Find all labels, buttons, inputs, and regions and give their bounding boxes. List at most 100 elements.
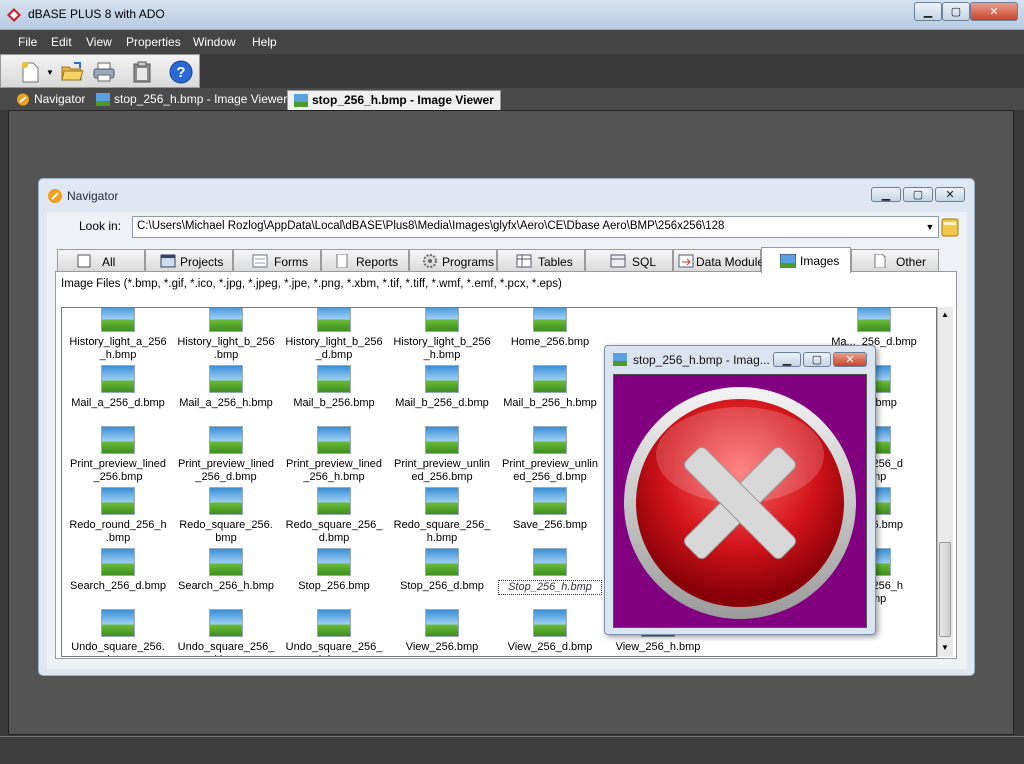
projects-icon	[160, 254, 176, 268]
other-icon	[874, 254, 886, 268]
image-thumbnail-icon	[101, 365, 135, 393]
tab-projects[interactable]: Projects	[145, 249, 233, 271]
scroll-up-icon[interactable]: ▲	[941, 310, 949, 319]
navigator-maximize-button[interactable]: ▢	[903, 187, 933, 202]
image-thumbnail-icon	[317, 426, 351, 454]
new-file-icon[interactable]	[17, 59, 43, 85]
open-folder-icon[interactable]	[59, 59, 85, 85]
file-name: Mail_a_256_h.bmp	[179, 397, 273, 409]
menu-view[interactable]: View	[86, 35, 112, 49]
tab-navigator[interactable]: Navigator	[10, 90, 91, 110]
window-title: dBASE PLUS 8 with ADO	[28, 7, 165, 21]
file-name: Mail_a_256_d.bmp	[71, 397, 165, 409]
image-viewer-window[interactable]: stop_256_h.bmp - Imag... ▁ ▢ ✕	[604, 345, 876, 635]
navigator-close-button[interactable]: ✕	[935, 187, 965, 202]
file-name: View_256.bmp	[405, 641, 479, 653]
file-name: Undo_square_256. bmp	[71, 641, 165, 656]
image-thumbnail-icon	[317, 365, 351, 393]
image-thumbnail-icon	[425, 548, 459, 576]
look-in-label: Look in:	[79, 219, 122, 233]
dbase-logo-icon	[7, 8, 21, 22]
look-in-combobox[interactable]: C:\Users\Michael Rozlog\AppData\Local\dB…	[132, 216, 939, 238]
file-name: Save_256.bmp	[513, 519, 587, 531]
scroll-down-icon[interactable]: ▼	[941, 643, 949, 652]
viewer-minimize-button[interactable]: ▁	[773, 352, 801, 367]
image-thumbnail-icon	[101, 487, 135, 515]
close-button[interactable]: ✕	[970, 2, 1018, 21]
menu-bar: File Edit View Properties Window Help	[0, 30, 1024, 54]
chevron-down-icon[interactable]: ▼	[923, 218, 937, 236]
navigator-icon	[17, 93, 29, 106]
programs-icon	[423, 254, 437, 268]
menu-edit[interactable]: Edit	[51, 35, 72, 49]
image-thumbnail-icon	[533, 609, 567, 637]
file-name: Redo_square_256_ d.bmp	[285, 519, 383, 544]
image-thumbnail-icon	[209, 308, 243, 332]
image-thumbnail-icon	[209, 548, 243, 576]
file-name: Search_256_h.bmp	[177, 580, 274, 592]
file-name: Mail_b_256_d.bmp	[395, 397, 489, 409]
file-name: Mail_b_256.bmp	[293, 397, 375, 409]
image-thumbnail-icon	[533, 308, 567, 332]
main-title-bar: dBASE PLUS 8 with ADO ▁ ▢ ✕	[0, 0, 1024, 30]
file-name: Stop_256_d.bmp	[400, 580, 484, 592]
menu-properties[interactable]: Properties	[126, 35, 181, 49]
navigator-title: Navigator	[67, 189, 119, 203]
image-icon	[294, 94, 308, 107]
file-name: Print_preview_lined _256_d.bmp	[178, 458, 274, 483]
image-thumbnail-icon	[533, 365, 567, 393]
file-name: Stop_256_h.bmp	[498, 580, 602, 595]
chevron-down-icon[interactable]: ▼	[45, 59, 55, 85]
all-icon	[77, 254, 91, 268]
file-name: History_light_b_256 .bmp	[177, 336, 275, 361]
file-name: History_light_b_256 _d.bmp	[285, 336, 383, 361]
image-thumbnail-icon	[857, 308, 891, 332]
tab-reports[interactable]: Reports	[321, 249, 409, 271]
viewer-title: stop_256_h.bmp - Imag...	[633, 353, 770, 367]
paste-icon[interactable]	[129, 59, 155, 85]
menu-file[interactable]: File	[18, 35, 37, 49]
file-name: Search_256_d.bmp	[69, 580, 166, 592]
file-name: Undo_square_256_ h.bmp	[285, 641, 383, 656]
navigator-minimize-button[interactable]: ▁	[871, 187, 901, 202]
image-thumbnail-icon	[317, 308, 351, 332]
menu-help[interactable]: Help	[252, 35, 277, 49]
tab-data-modules[interactable]: Data Modules	[673, 249, 770, 271]
tab-all[interactable]: All	[57, 249, 145, 271]
status-bar	[0, 736, 1024, 764]
document-tab-strip: Navigator stop_256_h.bmp - Image Viewer …	[0, 88, 1024, 110]
file-name: View_256_h.bmp	[615, 641, 701, 653]
tab-image-viewer-1[interactable]: stop_256_h.bmp - Image Viewer	[90, 90, 293, 110]
image-thumbnail-icon	[533, 426, 567, 454]
tab-programs[interactable]: Programs	[409, 249, 497, 271]
file-name: Redo_square_256_ h.bmp	[393, 519, 491, 544]
toolbar: ▼ ?	[0, 54, 200, 88]
image-thumbnail-icon	[317, 548, 351, 576]
folder-browse-icon[interactable]	[941, 217, 959, 237]
minimize-button[interactable]: ▁	[914, 2, 942, 21]
image-thumbnail-icon	[101, 609, 135, 637]
tab-tables[interactable]: Tables	[497, 249, 585, 271]
image-thumbnail-icon	[317, 487, 351, 515]
image-thumbnail-icon	[101, 426, 135, 454]
file-name: Redo_square_256. bmp	[179, 519, 273, 544]
image-thumbnail-icon	[425, 487, 459, 515]
scrollbar-thumb[interactable]	[939, 542, 951, 637]
maximize-button[interactable]: ▢	[942, 2, 970, 21]
tab-forms[interactable]: Forms	[233, 249, 321, 271]
tab-images[interactable]: Images	[761, 247, 851, 273]
image-thumbnail-icon	[425, 365, 459, 393]
tab-sql[interactable]: SQL	[585, 249, 673, 271]
image-thumbnail-icon	[209, 426, 243, 454]
print-icon[interactable]	[91, 59, 117, 85]
tab-image-viewer-2[interactable]: stop_256_h.bmp - Image Viewer	[287, 90, 501, 110]
viewer-maximize-button[interactable]: ▢	[803, 352, 831, 367]
image-thumbnail-icon	[317, 609, 351, 637]
file-name: Home_256.bmp	[510, 336, 590, 348]
menu-window[interactable]: Window	[193, 35, 236, 49]
viewer-close-button[interactable]: ✕	[833, 352, 867, 367]
tab-other[interactable]: Other	[851, 249, 939, 271]
image-thumbnail-icon	[209, 487, 243, 515]
forms-icon	[252, 254, 268, 268]
help-icon[interactable]: ?	[168, 59, 194, 85]
